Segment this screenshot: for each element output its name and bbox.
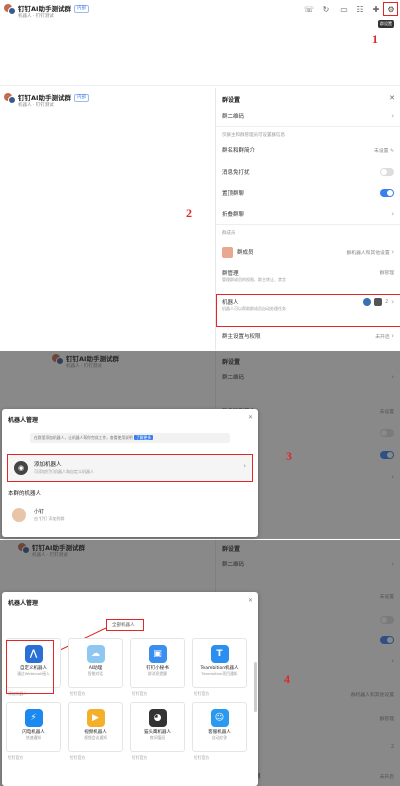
robot-card[interactable]: ⚡ 闪电机器人 快速通知 <box>6 702 61 752</box>
group-avatar[interactable] <box>4 4 16 15</box>
frame-3-robot-modal: 钉钉AI助手测试群 机器人 · 钉钉测试 群设置 群二维码› 群名和群简介未设置… <box>0 351 400 539</box>
robot-management-modal: 机器人管理 ✕ 在群里添加机器人，让机器人帮你完成工作，查看使用说明 了解更多 … <box>2 409 258 537</box>
robot-card-footer: 钉钉官方 <box>70 755 86 760</box>
robot-face-icon: ☺ <box>210 709 229 727</box>
frame-1-chat-header: 钉钉AI助手测试群 内部 机器人 · 钉钉测试 ☏ ↻ ▭ ☷ ✚ ⚙ 群设置 1 <box>0 0 400 86</box>
frame-2-settings: 钉钉AI助手测试群 内部 机器人 · 钉钉测试 2 群设置 ✕ 群二维码 › 仅群主… <box>0 88 400 350</box>
robot-card[interactable]: T Teambition机器人 Teambition项目通知 <box>192 638 247 688</box>
group-title: 钉钉AI助手测试群 内部 <box>18 3 89 13</box>
owl-icon: ◕ <box>148 709 167 727</box>
robot-card-footer: 钉钉官方 <box>194 755 210 760</box>
modal-title: 机器人管理 <box>8 600 39 607</box>
robot-card-footer: 钉钉官方 <box>70 691 86 696</box>
step-3-label: 3 <box>286 449 292 463</box>
robot-card-footer: 钉钉官方 <box>194 691 210 696</box>
refresh-icon[interactable]: ↻ <box>322 6 330 14</box>
chat-icon: ▣ <box>148 645 167 663</box>
close-icon[interactable]: ✕ <box>248 597 253 604</box>
close-icon[interactable]: ✕ <box>389 94 395 102</box>
robot-card-desc: Teambition项目通知 <box>201 671 238 676</box>
robot-card-footer: 钉钉官方 <box>132 755 148 760</box>
apps-icon[interactable]: ☷ <box>356 6 364 14</box>
robot-card-footer: 钉钉官方 <box>132 691 148 696</box>
members-section-label: 群成员 <box>222 231 236 236</box>
add-member-icon[interactable]: ✚ <box>372 6 380 14</box>
owner-settings-row[interactable]: 群主设置与权限 未开启 › <box>222 332 394 340</box>
video-icon: ▶ <box>86 709 105 727</box>
mute-row: 消息免打扰 <box>222 168 394 176</box>
remark-row[interactable]: 群名和群简介 未设置 ✎ <box>222 146 394 154</box>
notice-bar: 在群里添加机器人，让机器人帮你完成工作，查看使用说明 了解更多 <box>30 433 230 443</box>
bolt-icon: ⚡ <box>24 709 43 727</box>
step-1-label: 1 <box>372 32 378 46</box>
robot-card-desc: 视频会议通知 <box>84 735 107 740</box>
call-icon[interactable]: ☏ <box>304 6 314 14</box>
scrollbar[interactable] <box>254 662 257 712</box>
robot-card-desc: 快速通知 <box>25 735 42 740</box>
step-4-label: 4 <box>284 672 290 686</box>
notice-text: 仅群主和群管理员可设置群信息 <box>222 133 285 138</box>
cloud-icon: ☁ <box>86 645 105 663</box>
robot-card[interactable]: ▣ 钉钉小秘书 群消息提醒 <box>130 638 185 688</box>
existing-robots-label: 本群的机器人 <box>8 491 42 497</box>
group-title: 钉钉AI助手测试群 内部 <box>18 92 89 102</box>
settings-title: 群设置 <box>222 97 241 104</box>
member-row[interactable]: 群成员 群机器人和其他设置 › <box>222 244 394 260</box>
avatar <box>12 508 26 522</box>
mute-toggle[interactable] <box>380 168 394 176</box>
robot-card[interactable]: ☺ 客服机器人 自动应答 <box>192 702 247 752</box>
step-2-label: 2 <box>186 206 192 220</box>
group-subtitle: 机器人 · 钉钉测试 <box>18 14 54 19</box>
robot-card-desc: 自动应答 <box>211 735 228 740</box>
robot-card-footer: 钉钉官方 <box>8 755 24 760</box>
settings-panel: 群设置 ✕ 群二维码 › 仅群主和群管理员可设置群信息 群名和群简介 未设置 ✎ 消… <box>215 88 400 350</box>
group-mgmt-row[interactable]: 群管理 管理群成员的权限、群主转让、禁言 群管理 <box>222 269 394 283</box>
group-tag: 内部 <box>73 5 89 13</box>
avatar <box>222 246 233 258</box>
robot-card-desc: 群消息提醒 <box>148 671 167 676</box>
robot-card-desc: 夜间值班 <box>149 735 166 740</box>
teambition-icon: T <box>210 645 229 663</box>
pin-toggle[interactable] <box>380 189 394 197</box>
robot-card[interactable]: ▶ 视频机器人 视频会议通知 <box>68 702 123 752</box>
folder-icon[interactable]: ▭ <box>340 6 348 14</box>
learn-more-link[interactable]: 了解更多 <box>133 435 154 440</box>
settings-tooltip: 群设置 <box>378 20 394 28</box>
pin-row: 置顶群聊 <box>222 189 394 197</box>
modal-title: 机器人管理 <box>8 417 39 424</box>
frame-4-robot-list: 钉钉AI助手测试群 机器人 · 钉钉测试 群设置 群二维码› 群名和群简介未设置… <box>0 540 400 786</box>
robot-card-desc: 智能对话 <box>87 671 104 676</box>
robot-card[interactable]: ◕ 猫头鹰机器人 夜间值班 <box>130 702 185 752</box>
close-icon[interactable]: ✕ <box>248 414 253 421</box>
qr-code-row[interactable]: 群二维码 › <box>222 112 394 120</box>
fold-row[interactable]: 折叠群聊 › <box>222 210 394 218</box>
existing-robot-item[interactable]: 小钉 由 钉钉 添加到群 <box>8 504 252 528</box>
robot-card[interactable]: ☁ AI助理 智能对话 <box>68 638 123 688</box>
